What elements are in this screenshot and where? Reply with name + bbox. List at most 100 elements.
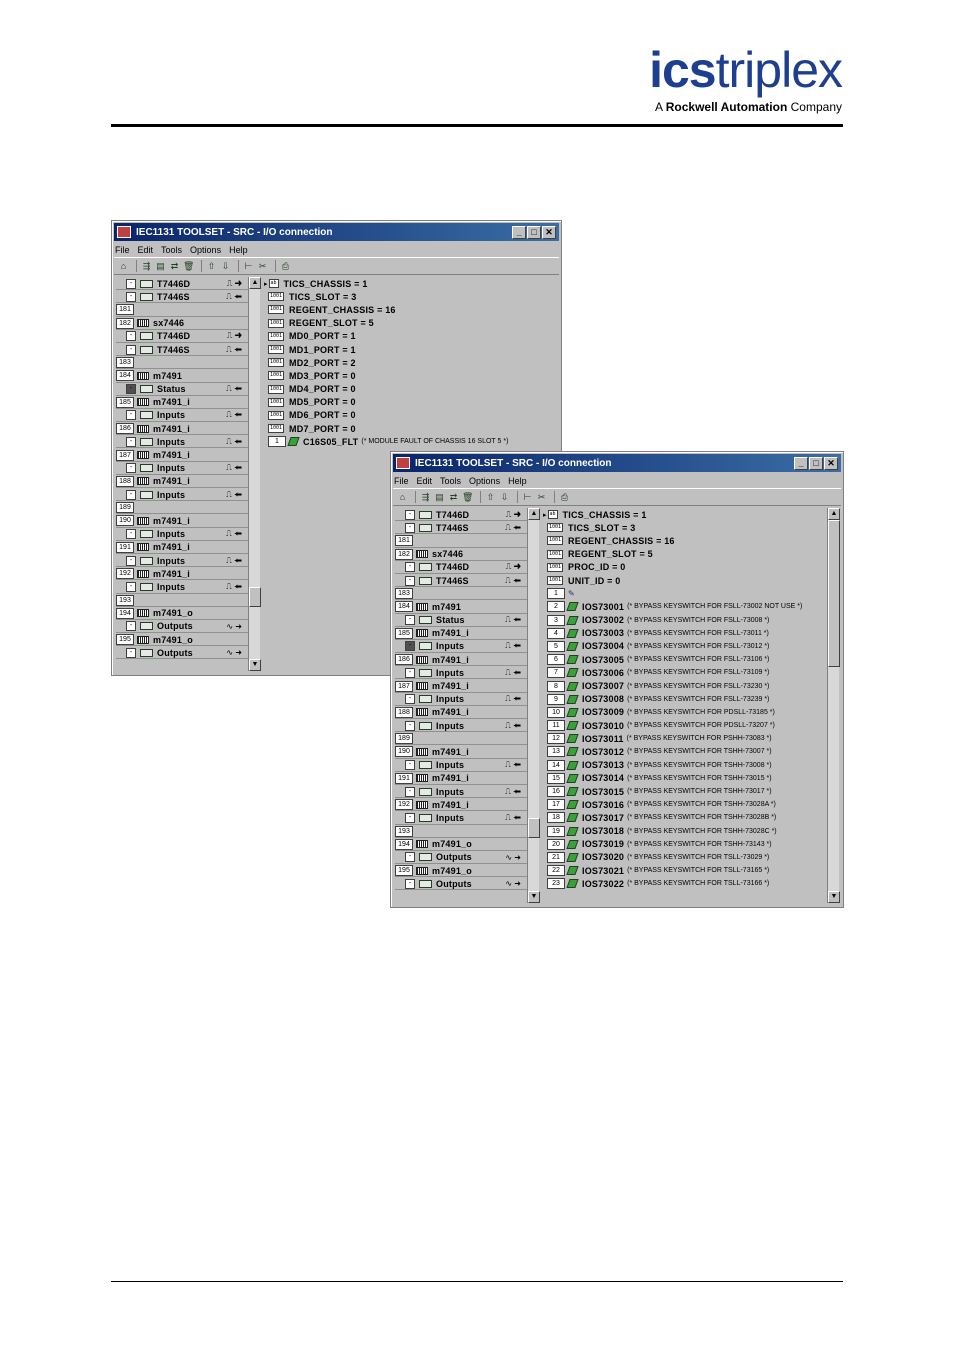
expand-box[interactable]: - (126, 581, 136, 592)
menu-help[interactable]: Help (508, 476, 527, 486)
param-row[interactable]: 1001 REGENT_CHASSIS = 16 (262, 303, 557, 316)
param-row[interactable]: 1001 MD5_PORT = 0 (262, 396, 557, 409)
param-row[interactable]: 17 IOS73016 (* BYPASS KEYSWITCH FOR TSHH-7… (541, 798, 825, 811)
connect-icon[interactable]: ⇶ (141, 261, 152, 272)
expand-box[interactable]: - (126, 463, 136, 474)
tree-row[interactable]: - T7446D ⎍ ➜ (395, 508, 527, 522)
tree-row[interactable]: 194 m7491_o (116, 607, 248, 620)
tree-row[interactable]: - T7446D ⎍ ➜ (116, 277, 248, 291)
param-row[interactable]: 11 IOS73010 (* BYPASS KEYSWITCH FOR PDSLL-… (541, 719, 825, 732)
expand-box[interactable]: - (405, 760, 415, 771)
tree-row[interactable]: - Inputs ⎍ ⬅ (395, 719, 527, 733)
expand-box[interactable]: - (405, 720, 415, 731)
expand-box[interactable]: - (126, 331, 136, 342)
param-row[interactable]: 21 IOS73020 (* BYPASS KEYSWITCH FOR TSLL-7… (541, 851, 825, 864)
param-row[interactable]: 3 IOS73002 (* BYPASS KEYSWITCH FOR FSLL-73… (541, 614, 825, 627)
param-row[interactable]: 1001 MD7_PORT = 0 (262, 422, 557, 435)
tree-row[interactable]: 187 m7491_i (116, 448, 248, 462)
param-row[interactable]: 20 IOS73019 (* BYPASS KEYSWITCH FOR TSHH-7… (541, 838, 825, 851)
tree-row[interactable]: - Inputs ⎍ ⬅ (395, 785, 527, 799)
title-bar[interactable]: IEC1131 TOOLSET - SRC - I/O connection _… (393, 454, 841, 472)
param-row[interactable]: 1001 REGENT_CHASSIS = 16 (541, 534, 825, 547)
tree-row[interactable]: - Inputs ⎍ ⬅ (395, 759, 527, 772)
tree-row[interactable]: 189 (116, 501, 248, 515)
tree-icon[interactable]: ⊢ (243, 261, 254, 272)
expand-box[interactable]: - (126, 410, 136, 421)
tree-row[interactable]: 187 m7491_i (395, 679, 527, 693)
expand-box[interactable]: - (405, 852, 415, 863)
param-row[interactable]: 2 IOS73001 (* BYPASS KEYSWITCH FOR FSLL-73… (541, 600, 825, 613)
param-row[interactable]: 16 IOS73015 (* BYPASS KEYSWITCH FOR TSHH-7… (541, 785, 825, 798)
param-row[interactable]: 12 IOS73011 (* BYPASS KEYSWITCH FOR PSHH-7… (541, 732, 825, 745)
delete-icon[interactable]: 🗑 (183, 261, 194, 272)
maximize-button[interactable]: □ (527, 225, 541, 239)
expand-box[interactable]: - (405, 667, 415, 678)
param-row[interactable]: 14 IOS73013 (* BYPASS KEYSWITCH FOR TSHH-7… (541, 759, 825, 772)
right-scrollbar[interactable]: ▲ ▼ (827, 508, 840, 903)
tree-row[interactable]: 195 m7491_o (395, 864, 527, 878)
minimize-button[interactable]: _ (512, 225, 526, 239)
move-up-icon[interactable]: ⇧ (485, 492, 496, 503)
connect-icon[interactable]: ⇶ (420, 492, 431, 503)
tree-row[interactable]: 190 m7491_i (395, 745, 527, 759)
expand-box[interactable]: - (405, 509, 415, 520)
param-row[interactable]: 1 C16S05_FLT (* MODULE FAULT OF CHASSIS 16… (262, 435, 557, 448)
param-row[interactable]: 19 IOS73018 (* BYPASS KEYSWITCH FOR TSHH-7… (541, 825, 825, 838)
menu-file[interactable]: File (394, 476, 409, 486)
tree-row[interactable]: 182 sx7446 (395, 548, 527, 561)
tree-row[interactable]: 188 m7491_i (395, 706, 527, 719)
cut-icon[interactable]: ✂ (257, 261, 268, 272)
tree-row[interactable]: - Inputs ⎍ ⬅ (395, 693, 527, 706)
param-row[interactable]: 1001 MD6_PORT = 0 (262, 409, 557, 422)
expand-box[interactable]: - (126, 621, 136, 632)
param-row[interactable]: 1001 TICS_SLOT = 3 (541, 521, 825, 534)
menu-edit[interactable]: Edit (417, 476, 433, 486)
tree-row[interactable]: - Inputs ⎍ ⬅ (395, 811, 527, 825)
left-scrollbar[interactable]: ▲ ▼ (248, 277, 261, 671)
move-up-icon[interactable]: ⇧ (206, 261, 217, 272)
print-icon[interactable]: ⎙ (559, 492, 570, 503)
tree-row[interactable]: 186 m7491_i (395, 653, 527, 667)
tree-row[interactable]: 186 m7491_i (116, 422, 248, 436)
scroll-down-arrow-icon[interactable]: ▼ (828, 891, 840, 903)
expand-box[interactable]: - (126, 344, 136, 355)
maximize-button[interactable]: □ (809, 456, 823, 470)
param-row[interactable]: 8 IOS73007 (* BYPASS KEYSWITCH FOR FSLL-73… (541, 679, 825, 692)
tree-row[interactable]: - T7446S ⎍ ⬅ (116, 290, 248, 304)
param-row[interactable]: 6 IOS73005 (* BYPASS KEYSWITCH FOR FSLL-73… (541, 653, 825, 666)
minimize-button[interactable]: _ (794, 456, 808, 470)
tree-icon[interactable]: ⊢ (522, 492, 533, 503)
move-down-icon[interactable]: ⇩ (220, 261, 231, 272)
close-button[interactable]: ✕ (824, 456, 838, 470)
expand-box[interactable]: - (405, 641, 415, 652)
param-row[interactable]: 23 IOS73022 (* BYPASS KEYSWITCH FOR TSLL-7… (541, 877, 825, 890)
table-icon[interactable]: ▤ (155, 261, 166, 272)
tree-row[interactable]: 192 m7491_i (116, 567, 248, 581)
tree-row[interactable]: 181 (395, 534, 527, 548)
scroll-thumb[interactable] (528, 818, 540, 838)
param-row[interactable]: 15 IOS73014 (* BYPASS KEYSWITCH FOR TSHH-7… (541, 772, 825, 785)
scroll-thumb[interactable] (249, 587, 261, 607)
scroll-down-arrow-icon[interactable]: ▼ (528, 891, 540, 903)
expand-box[interactable]: - (405, 575, 415, 586)
delete-icon[interactable]: 🗑 (462, 492, 473, 503)
tree-row[interactable]: 189 (395, 732, 527, 746)
tree-row[interactable]: - Inputs ⎍ ⬅ (116, 528, 248, 541)
move-down-icon[interactable]: ⇩ (499, 492, 510, 503)
tree-row[interactable]: - Outputs ∿ ➜ (395, 851, 527, 865)
expand-box[interactable]: - (126, 278, 136, 289)
close-button[interactable]: ✕ (542, 225, 556, 239)
expand-box[interactable]: - (126, 436, 136, 447)
tree-row[interactable]: - Inputs ⎍ ⬅ (116, 488, 248, 502)
title-bar[interactable]: IEC1131 TOOLSET - SRC - I/O connection _… (114, 223, 559, 241)
menu-file[interactable]: File (115, 245, 130, 255)
table-icon[interactable]: ▤ (434, 492, 445, 503)
expand-box[interactable]: - (405, 615, 415, 626)
scroll-down-arrow-icon[interactable]: ▼ (249, 659, 261, 671)
param-row[interactable]: 5 IOS73004 (* BYPASS KEYSWITCH FOR FSLL-73… (541, 640, 825, 653)
param-row[interactable]: 4 IOS73003 (* BYPASS KEYSWITCH FOR FSLL-73… (541, 627, 825, 640)
tree-row[interactable]: 190 m7491_i (116, 514, 248, 528)
tree-row[interactable]: 181 (116, 303, 248, 317)
tree-row[interactable]: 182 sx7446 (116, 317, 248, 330)
io-connection-window-2[interactable]: IEC1131 TOOLSET - SRC - I/O connection _… (390, 451, 844, 908)
